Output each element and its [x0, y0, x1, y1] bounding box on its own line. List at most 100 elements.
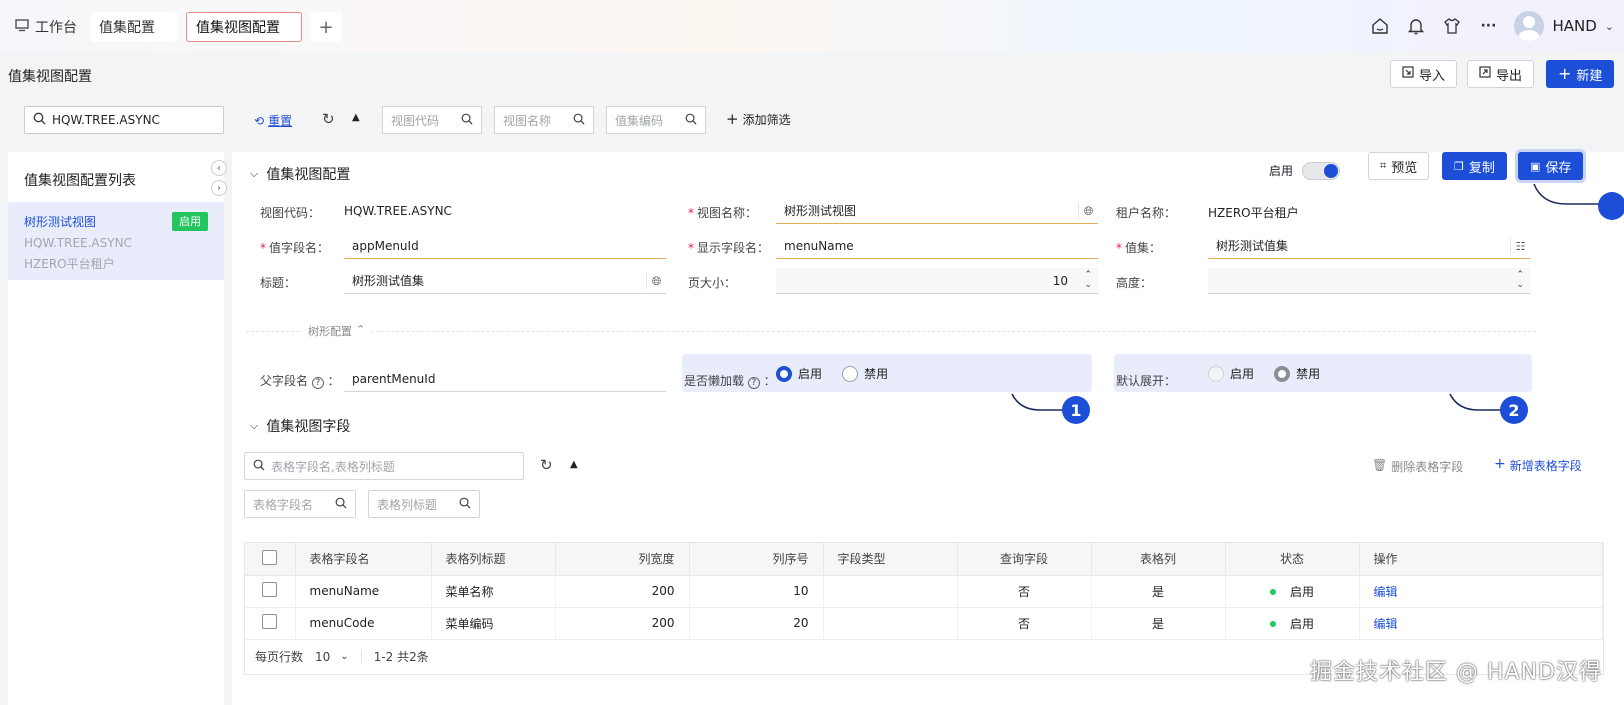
edit-link[interactable]: 编辑 — [1374, 585, 1398, 599]
column-title-placeholder: 表格列标题 — [377, 497, 438, 512]
preview-button[interactable]: ⌗ 预览 — [1368, 152, 1430, 180]
parent-field-value: parentMenuId — [352, 371, 436, 386]
collapse-up-icon[interactable]: ▲ — [570, 459, 578, 470]
shirt-icon[interactable] — [1442, 16, 1462, 36]
refresh-icon[interactable]: ↻ — [322, 110, 335, 128]
save-label: 保存 — [1545, 160, 1572, 176]
cell-width: 200 — [555, 607, 690, 640]
title-label: 标题： — [260, 276, 297, 290]
rows-per-page-label: 每页行数 — [255, 650, 304, 664]
import-button[interactable]: 导入 — [1390, 60, 1458, 88]
select-all-checkbox[interactable] — [262, 549, 278, 565]
value-field-input[interactable]: appMenuId — [344, 233, 666, 259]
field-search-input[interactable]: 表格字段名,表格列标题 — [244, 452, 524, 480]
cell-title: 菜单名称 — [431, 575, 556, 608]
reset-label: 重置 — [268, 114, 293, 128]
view-name-input[interactable]: 树形测试视图 🌐︎ — [776, 198, 1098, 224]
search-icon — [685, 113, 697, 128]
table-field-placeholder: 表格字段名 — [253, 497, 314, 512]
tab-valueset-view-config[interactable]: 值集视图配置 — [186, 12, 302, 42]
config-section-header[interactable]: ⌵ 值集视图配置 — [250, 164, 350, 184]
view-code-value: HQW.TREE.ASYNC — [344, 204, 452, 218]
search-value: HQW.TREE.ASYNC — [52, 113, 160, 127]
chevron-left-icon[interactable]: ‹ — [211, 160, 227, 176]
edit-link[interactable]: 编辑 — [1374, 617, 1398, 631]
rows-per-page-value: 10 — [315, 649, 331, 664]
lazy-enable-radio[interactable]: 启用 — [776, 365, 822, 382]
valueset-code-filter[interactable]: 值集编码 — [606, 106, 706, 134]
lookup-icon[interactable]: ☷ — [1510, 238, 1526, 254]
chevron-down-icon[interactable]: ⌄ — [1605, 20, 1614, 33]
export-button[interactable]: 导出 — [1467, 60, 1535, 88]
status-label: 启用 — [1289, 616, 1314, 631]
more-icon[interactable]: ··· — [1478, 16, 1498, 36]
column-header: 状态 — [1225, 543, 1360, 576]
tab-workbench[interactable]: 工作台 — [6, 12, 86, 42]
watermark: 掘金技术社区 @ HAND汉得 — [1310, 660, 1602, 685]
filter-bar: HQW.TREE.ASYNC ⟲ 重置 ↻ ▲ 视图代码 视图名称 值集编码 +… — [0, 100, 1624, 140]
reset-button[interactable]: ⟲ 重置 — [254, 112, 292, 129]
expand-disable-radio[interactable]: 禁用 — [1274, 365, 1320, 382]
config-section-title: 值集视图配置 — [266, 167, 351, 183]
search-input[interactable]: HQW.TREE.ASYNC — [24, 106, 224, 134]
tree-config-divider[interactable]: 树形配置 ⌃ — [302, 323, 372, 339]
sidebar-item-code: HQW.TREE.ASYNC — [24, 236, 132, 250]
row-checkbox[interactable] — [262, 582, 278, 597]
valueset-value: 树形测试值集 — [1216, 239, 1289, 253]
preview-label: 预览 — [1391, 160, 1418, 176]
top-icons: ··· HAND ⌄ — [1370, 10, 1614, 42]
table-row[interactable]: menuName 菜单名称 200 10 否 是 启用 编辑 — [245, 575, 1603, 608]
globe-icon[interactable]: 🌐︎ — [1078, 203, 1094, 219]
add-field-button[interactable]: + 新增表格字段 — [1494, 457, 1582, 474]
stepper-icon[interactable]: ⌃ ⌄ — [1516, 270, 1524, 290]
cell-type — [823, 575, 958, 608]
fields-section-header[interactable]: ⌵ 值集视图字段 — [250, 416, 350, 436]
refresh-icon[interactable]: ↻ — [540, 456, 553, 474]
tab-valueset-config[interactable]: 值集配置 — [90, 12, 178, 42]
cell-order: 10 — [689, 575, 824, 608]
table-field-filter[interactable]: 表格字段名 — [244, 490, 356, 518]
page-size-input[interactable]: 10 ⌃ ⌄ — [776, 268, 1098, 294]
add-filter-button[interactable]: + 添加筛选 — [726, 111, 791, 128]
bell-icon[interactable] — [1406, 16, 1426, 36]
display-field-input[interactable]: menuName — [776, 233, 1098, 259]
expand-enable-label: 启用 — [1230, 367, 1255, 381]
copy-button[interactable]: ❐ 复制 — [1442, 152, 1507, 180]
view-code-label: 视图代码： — [260, 206, 321, 220]
table-row[interactable]: menuCode 菜单编码 200 20 否 是 启用 编辑 — [245, 607, 1603, 640]
home-icon[interactable] — [1370, 16, 1390, 36]
valueset-input[interactable]: 树形测试值集 ☷ — [1208, 233, 1530, 259]
tenant-value: HZERO平台租户 — [1208, 206, 1299, 220]
save-button[interactable]: ▣ 保存 — [1518, 152, 1584, 180]
add-tab-button[interactable]: + — [310, 12, 342, 42]
sidebar-item[interactable]: 树形测试视图 HQW.TREE.ASYNC HZERO平台租户 启用 — [8, 202, 224, 280]
rows-per-page-select[interactable]: 10 ⌄ — [315, 649, 362, 664]
collapse-up-icon[interactable]: ▲ — [352, 112, 360, 123]
new-label: 新建 — [1576, 68, 1603, 84]
row-checkbox[interactable] — [262, 614, 278, 629]
parent-field-input[interactable]: parentMenuId — [344, 366, 666, 392]
export-label: 导出 — [1496, 68, 1523, 84]
avatar[interactable] — [1514, 11, 1545, 41]
view-code-placeholder: 视图代码 — [391, 113, 440, 128]
new-button[interactable]: + 新建 — [1546, 60, 1615, 88]
globe-icon[interactable]: 🌐︎ — [646, 273, 662, 289]
chevron-right-icon[interactable]: › — [211, 180, 227, 196]
column-header: 查询字段 — [957, 543, 1092, 576]
title-input[interactable]: 树形测试值集 🌐︎ — [344, 268, 666, 294]
height-input[interactable]: ⌃ ⌄ — [1208, 268, 1530, 294]
view-name-filter[interactable]: 视图名称 — [494, 106, 594, 134]
delete-field-button[interactable]: 🗑︎ 删除表格字段 — [1372, 458, 1463, 475]
page-summary: 1-2 共2条 — [373, 650, 429, 664]
view-code-filter[interactable]: 视图代码 — [382, 106, 482, 134]
enable-toggle[interactable] — [1302, 162, 1340, 180]
user-name[interactable]: HAND — [1552, 17, 1596, 35]
expand-enable-radio[interactable]: 启用 — [1208, 365, 1254, 382]
stepper-icon[interactable]: ⌃ ⌄ — [1084, 270, 1092, 290]
lazy-disable-radio[interactable]: 禁用 — [842, 365, 888, 382]
plus-icon: + — [1494, 456, 1506, 472]
header-checkbox-cell[interactable] — [245, 543, 296, 576]
cell-status: 启用 — [1225, 607, 1360, 640]
column-title-filter[interactable]: 表格列标题 — [368, 490, 480, 518]
tab-workbench-label: 工作台 — [35, 20, 77, 36]
